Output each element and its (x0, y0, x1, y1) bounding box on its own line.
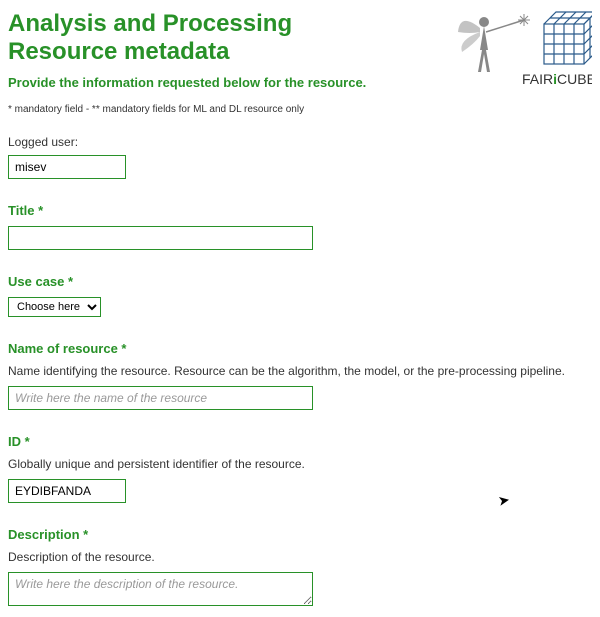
logo-text: FAIRiCUBE (522, 71, 592, 87)
description-label: Description * (8, 527, 592, 542)
mandatory-note: * mandatory field - ** mandatory fields … (8, 104, 592, 115)
use-case-label: Use case * (8, 274, 592, 289)
logged-user-input[interactable] (8, 155, 126, 179)
fairicube-logo: FAIRiCUBE (452, 2, 592, 97)
logged-user-label: Logged user: (8, 135, 592, 149)
use-case-select[interactable]: Choose here (8, 297, 101, 317)
description-hint: Description of the resource. (8, 550, 592, 564)
page-title: Analysis and Processing Resource metadat… (8, 10, 388, 65)
description-textarea[interactable] (8, 572, 313, 606)
name-resource-hint: Name identifying the resource. Resource … (8, 364, 592, 378)
name-resource-label: Name of resource * (8, 341, 592, 356)
name-resource-input[interactable] (8, 386, 313, 410)
cursor-icon: ➤ (497, 491, 512, 510)
title-input[interactable] (8, 226, 313, 250)
id-label: ID * (8, 434, 592, 449)
id-input[interactable] (8, 479, 126, 503)
id-hint: Globally unique and persistent identifie… (8, 457, 592, 471)
title-label: Title * (8, 203, 592, 218)
